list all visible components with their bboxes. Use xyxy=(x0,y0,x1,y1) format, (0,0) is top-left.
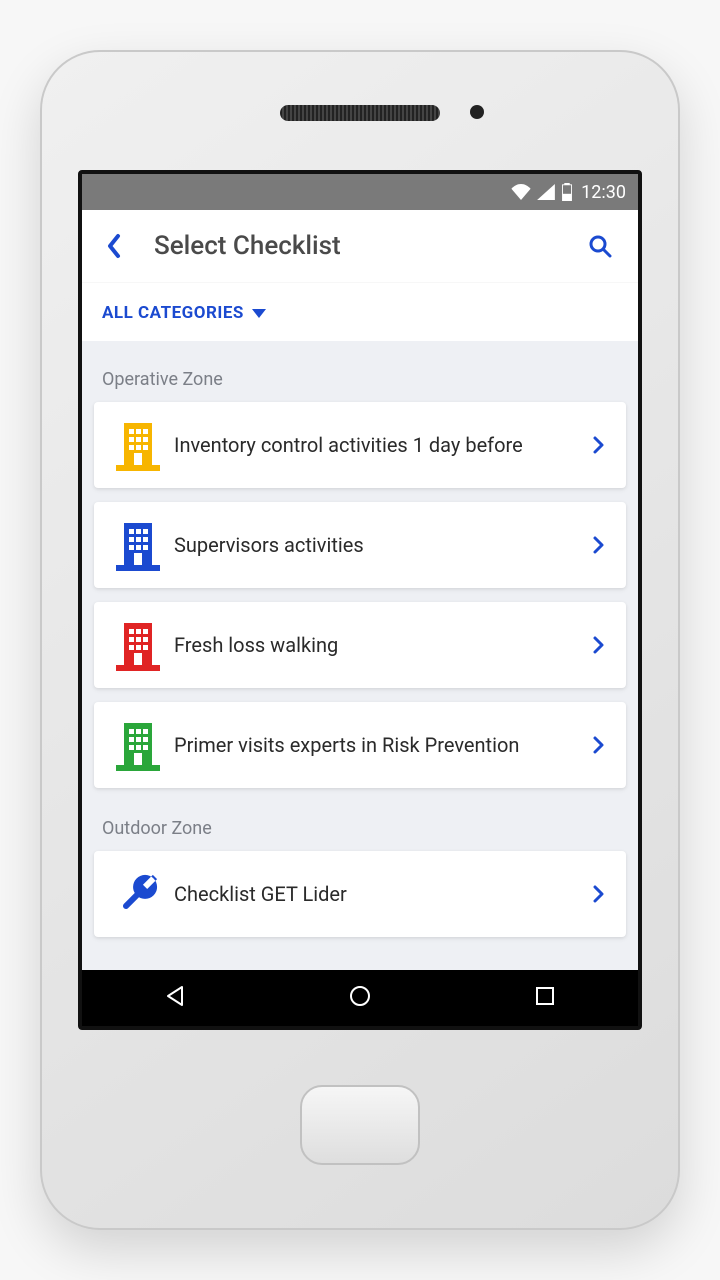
caret-down-icon xyxy=(252,309,266,318)
square-recent-icon xyxy=(532,983,558,1009)
category-filter-row: ALL CATEGORIES xyxy=(82,283,638,341)
checklist-item[interactable]: Primer visits experts in Risk Prevention xyxy=(94,702,626,788)
page-title: Select Checklist xyxy=(132,231,582,261)
list-item-label: Primer visits experts in Risk Prevention xyxy=(168,732,586,758)
android-nav-bar xyxy=(82,970,638,1026)
chevron-right-icon xyxy=(586,435,612,455)
status-icons xyxy=(511,183,573,201)
building-icon xyxy=(108,719,168,771)
chevron-right-icon xyxy=(586,884,612,904)
chevron-left-icon xyxy=(104,232,124,260)
building-icon xyxy=(108,519,168,571)
checklist-content: Operative Zone Inventory control activit… xyxy=(82,341,638,970)
wifi-icon xyxy=(511,184,531,200)
list-item-label: Inventory control activities 1 day befor… xyxy=(168,432,586,458)
screen: 12:30 Select Checklist ALL CATEGORIES Op… xyxy=(78,170,642,1030)
search-icon xyxy=(587,233,613,259)
phone-home-button[interactable] xyxy=(300,1085,420,1165)
building-icon xyxy=(108,619,168,671)
triangle-back-icon xyxy=(162,983,188,1009)
list-item-label: Fresh loss walking xyxy=(168,632,586,658)
android-back-button[interactable] xyxy=(162,983,188,1013)
category-filter-dropdown[interactable]: ALL CATEGORIES xyxy=(102,303,266,323)
category-filter-label: ALL CATEGORIES xyxy=(102,303,244,323)
list-item-label: Supervisors activities xyxy=(168,532,586,558)
checklist-item[interactable]: Checklist GET Lider xyxy=(94,851,626,937)
phone-speaker xyxy=(280,105,440,121)
chevron-right-icon xyxy=(586,535,612,555)
cell-signal-icon xyxy=(537,184,555,200)
status-time: 12:30 xyxy=(581,182,626,203)
search-button[interactable] xyxy=(582,228,618,264)
battery-icon xyxy=(561,183,573,201)
building-icon xyxy=(108,419,168,471)
list-item-label: Checklist GET Lider xyxy=(168,881,586,907)
checklist-item[interactable]: Inventory control activities 1 day befor… xyxy=(94,402,626,488)
android-status-bar: 12:30 xyxy=(82,174,638,210)
section-header: Outdoor Zone xyxy=(94,802,626,851)
android-home-button[interactable] xyxy=(347,983,373,1013)
phone-camera xyxy=(470,105,484,119)
chevron-right-icon xyxy=(586,635,612,655)
wrench-icon xyxy=(108,870,168,918)
back-button[interactable] xyxy=(96,228,132,264)
section-header: Operative Zone xyxy=(94,353,626,402)
circle-home-icon xyxy=(347,983,373,1009)
checklist-item[interactable]: Supervisors activities xyxy=(94,502,626,588)
android-recent-button[interactable] xyxy=(532,983,558,1013)
app-header: Select Checklist xyxy=(82,210,638,283)
phone-frame: 12:30 Select Checklist ALL CATEGORIES Op… xyxy=(40,50,680,1230)
checklist-item[interactable]: Fresh loss walking xyxy=(94,602,626,688)
chevron-right-icon xyxy=(586,735,612,755)
